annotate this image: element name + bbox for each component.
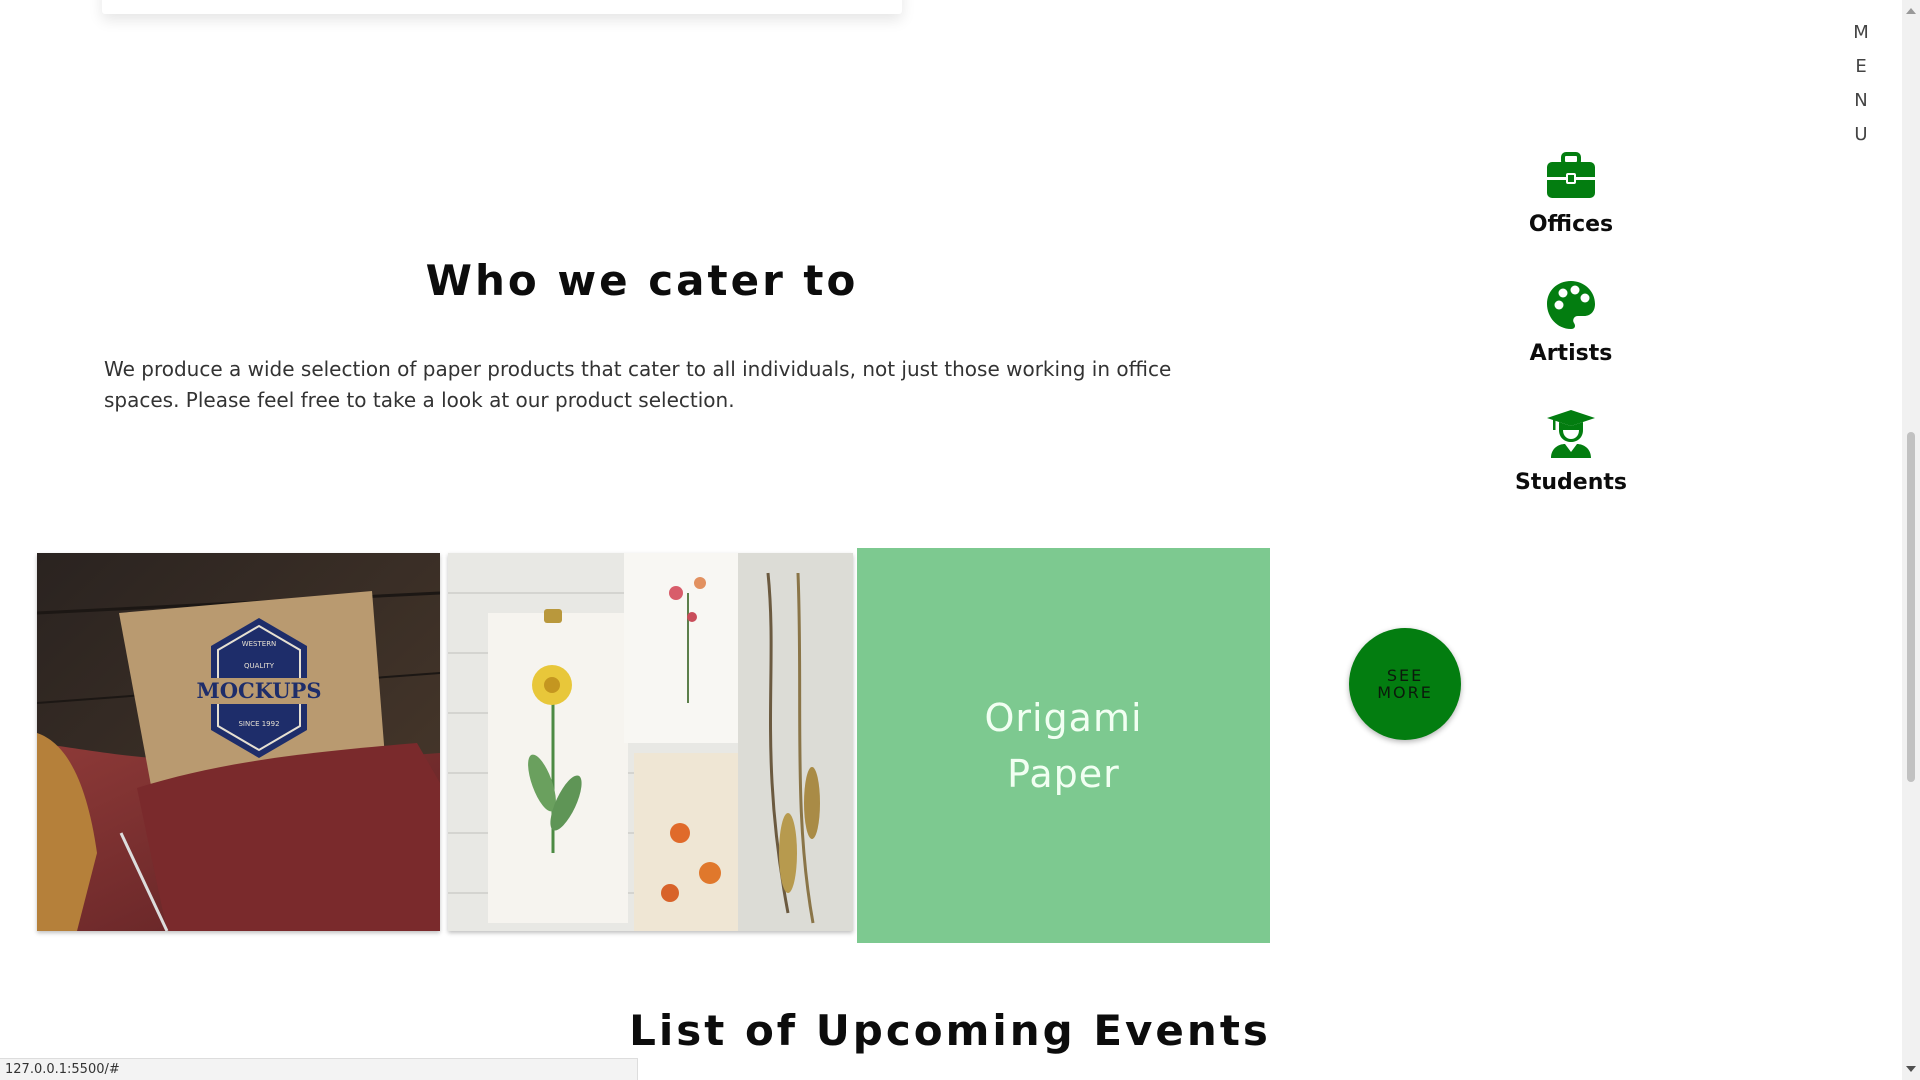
menu-toggle[interactable]: M E N U <box>1846 16 1876 152</box>
mockups-card-top-text: WESTERN <box>242 640 277 648</box>
mockups-card-main-text: MOCKUPS <box>196 678 321 703</box>
category-artists[interactable]: Artists <box>1529 279 1613 408</box>
page-scrollbar[interactable] <box>1902 0 1920 1080</box>
origami-paper-tile[interactable]: Origami Paper <box>857 548 1270 943</box>
wallet-photo: MOCKUPS WESTERN QUALITY SINCE 1992 <box>37 553 440 931</box>
previous-section-card <box>102 0 902 14</box>
menu-letter-e: E <box>1855 56 1867 77</box>
mockups-card-sub-text: QUALITY <box>244 662 275 670</box>
graduate-icon <box>1547 410 1595 458</box>
page: M E N U Who we cater to We produce a wid… <box>0 0 1920 1080</box>
scroll-up-arrow-icon[interactable] <box>1906 8 1916 14</box>
menu-letter-n: N <box>1854 90 1868 111</box>
mockups-card-since-text: SINCE 1992 <box>238 720 279 728</box>
section-title: Who we cater to <box>425 256 859 305</box>
scroll-down-arrow-icon[interactable] <box>1906 1066 1916 1072</box>
category-label-offices: Offices <box>1528 212 1614 237</box>
browser-status-bar: 127.0.0.1:5500/# <box>0 1058 638 1080</box>
category-label-students: Students <box>1515 470 1627 495</box>
menu-letter-u: U <box>1854 124 1868 145</box>
botanical-photo <box>448 553 853 931</box>
origami-paper-label: Origami Paper <box>984 695 1143 796</box>
gallery-image-mockups-wallet[interactable]: MOCKUPS WESTERN QUALITY SINCE 1992 <box>37 553 440 931</box>
category-offices[interactable]: Offices <box>1529 150 1613 279</box>
menu-letter-m: M <box>1853 22 1869 43</box>
category-students[interactable]: Students <box>1515 408 1627 537</box>
events-title: List of Upcoming Events <box>629 1006 1271 1055</box>
scroll-thumb[interactable] <box>1907 432 1915 782</box>
category-list: Offices Artists Students <box>1500 150 1642 537</box>
see-more-button[interactable]: SEE MORE <box>1349 628 1461 740</box>
briefcase-icon <box>1546 152 1595 198</box>
palette-icon <box>1546 281 1595 329</box>
section-description: We produce a wide selection of paper pro… <box>104 357 1172 412</box>
category-label-artists: Artists <box>1529 341 1613 366</box>
gallery-image-botanical-prints[interactable] <box>448 553 853 931</box>
